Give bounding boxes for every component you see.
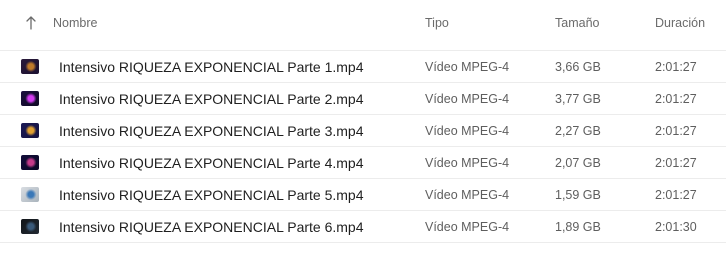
- file-type: Vídeo MPEG-4: [425, 156, 510, 170]
- file-name: Intensivo RIQUEZA EXPONENCIAL Parte 1.mp…: [59, 59, 364, 75]
- file-size: 2,07 GB: [555, 156, 601, 170]
- file-type: Vídeo MPEG-4: [425, 60, 510, 74]
- file-size: 1,59 GB: [555, 188, 601, 202]
- column-header-row: Nombre Tipo Tamaño Duración: [0, 0, 726, 51]
- file-type: Vídeo MPEG-4: [425, 188, 510, 202]
- video-thumbnail-icon: [21, 91, 39, 106]
- file-name: Intensivo RIQUEZA EXPONENCIAL Parte 3.mp…: [59, 123, 364, 139]
- file-size: 2,27 GB: [555, 124, 601, 138]
- video-thumbnail-icon: [21, 155, 39, 170]
- file-row[interactable]: Intensivo RIQUEZA EXPONENCIAL Parte 5.mp…: [0, 179, 726, 211]
- file-type: Vídeo MPEG-4: [425, 124, 510, 138]
- file-duration: 2:01:27: [655, 124, 697, 138]
- video-thumbnail-icon: [21, 59, 39, 74]
- file-size: 1,89 GB: [555, 220, 601, 234]
- file-duration: 2:01:30: [655, 220, 697, 234]
- file-name: Intensivo RIQUEZA EXPONENCIAL Parte 6.mp…: [59, 219, 364, 235]
- arrow-up-icon[interactable]: [24, 15, 38, 31]
- file-name: Intensivo RIQUEZA EXPONENCIAL Parte 5.mp…: [59, 187, 364, 203]
- file-name: Intensivo RIQUEZA EXPONENCIAL Parte 2.mp…: [59, 91, 364, 107]
- file-row[interactable]: Intensivo RIQUEZA EXPONENCIAL Parte 3.mp…: [0, 115, 726, 147]
- file-row[interactable]: Intensivo RIQUEZA EXPONENCIAL Parte 6.mp…: [0, 211, 726, 243]
- column-header-duration[interactable]: Duración: [655, 16, 705, 30]
- video-thumbnail-icon: [21, 219, 39, 234]
- file-size: 3,77 GB: [555, 92, 601, 106]
- column-header-type[interactable]: Tipo: [425, 16, 449, 30]
- file-type: Vídeo MPEG-4: [425, 220, 510, 234]
- column-header-name[interactable]: Nombre: [53, 16, 97, 30]
- file-duration: 2:01:27: [655, 156, 697, 170]
- video-thumbnail-icon: [21, 123, 39, 138]
- file-row[interactable]: Intensivo RIQUEZA EXPONENCIAL Parte 1.mp…: [0, 51, 726, 83]
- file-row[interactable]: Intensivo RIQUEZA EXPONENCIAL Parte 4.mp…: [0, 147, 726, 179]
- file-size: 3,66 GB: [555, 60, 601, 74]
- video-thumbnail-icon: [21, 187, 39, 202]
- file-list: Intensivo RIQUEZA EXPONENCIAL Parte 1.mp…: [0, 51, 726, 243]
- file-duration: 2:01:27: [655, 60, 697, 74]
- file-row[interactable]: Intensivo RIQUEZA EXPONENCIAL Parte 2.mp…: [0, 83, 726, 115]
- file-name: Intensivo RIQUEZA EXPONENCIAL Parte 4.mp…: [59, 155, 364, 171]
- file-duration: 2:01:27: [655, 188, 697, 202]
- file-type: Vídeo MPEG-4: [425, 92, 510, 106]
- column-header-size[interactable]: Tamaño: [555, 16, 599, 30]
- file-duration: 2:01:27: [655, 92, 697, 106]
